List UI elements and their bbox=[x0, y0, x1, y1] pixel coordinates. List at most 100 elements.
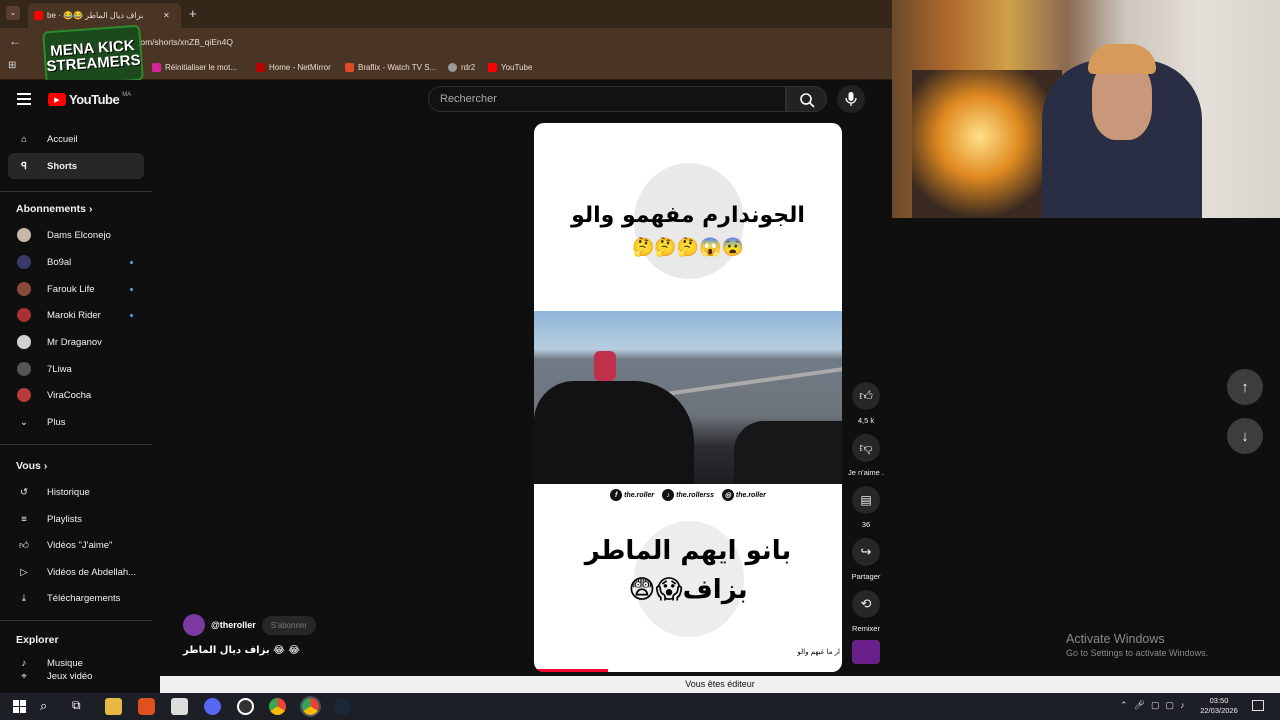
braflix-icon bbox=[345, 62, 354, 72]
activate-title: Activate Windows bbox=[1066, 632, 1165, 646]
clock-date: 22/03/2026 bbox=[1200, 706, 1238, 715]
avatar bbox=[17, 228, 31, 242]
discord-icon[interactable] bbox=[204, 698, 221, 715]
like-count: 4,5 k bbox=[857, 416, 875, 425]
subscription-label: Bo9al bbox=[47, 256, 72, 268]
subscriptions-heading[interactable]: Abonnements › bbox=[16, 203, 92, 215]
tiktok-icon: ♪ bbox=[662, 489, 675, 501]
obs-icon[interactable] bbox=[237, 698, 254, 715]
like-button[interactable]: 👍︎ bbox=[852, 382, 880, 410]
sidebar-item-more[interactable]: ⌄ Plus bbox=[8, 409, 144, 435]
sidebar-item-label: Shorts bbox=[47, 160, 78, 172]
bookmark-item[interactable]: Braflix - Watch TV S... bbox=[345, 58, 436, 76]
bookmark-label: Réinitialiser le mot... bbox=[165, 62, 238, 72]
channel-avatar[interactable] bbox=[183, 614, 205, 636]
sidebar-item-label: Accueil bbox=[47, 133, 78, 145]
sidebar-item-accueil[interactable]: ⌂ Accueil bbox=[8, 126, 144, 152]
download-icon: ⤓ bbox=[21, 592, 27, 604]
video-top-emoji: 🤔🤔🤔😱😨 bbox=[631, 237, 745, 257]
history-icon: ↺ bbox=[20, 486, 28, 498]
subscription-item[interactable]: 7Liwa bbox=[8, 356, 144, 382]
subscription-item[interactable]: Farouk Life bbox=[8, 276, 144, 302]
new-tab-button[interactable]: + bbox=[189, 6, 197, 21]
bookmark-item[interactable]: YouTube bbox=[488, 58, 532, 76]
notifications-icon[interactable] bbox=[1252, 700, 1264, 711]
instagram-icon: ◎ bbox=[721, 489, 734, 501]
next-video-button[interactable]: ↓ bbox=[1227, 418, 1263, 454]
avatar bbox=[17, 335, 31, 349]
arrow-down-icon: ↓ bbox=[1241, 427, 1249, 445]
thumbs-down-icon: 👎︎ bbox=[859, 440, 873, 455]
thumbs-up-icon: 👍︎ bbox=[19, 540, 29, 551]
windows-taskbar bbox=[0, 693, 1280, 720]
bookmark-item[interactable]: Réinitialiser le mot... bbox=[152, 58, 237, 76]
youtube-logo[interactable]: ▶ YouTube MA bbox=[48, 92, 131, 107]
remix-button[interactable]: ⟲ bbox=[852, 590, 880, 618]
search-icon bbox=[800, 93, 815, 108]
sidebar-item-playlists[interactable]: ≡ Playlists bbox=[8, 506, 144, 532]
share-label: Partager bbox=[851, 572, 881, 581]
social-handle: the.roller bbox=[735, 491, 766, 499]
poster-artwork bbox=[912, 70, 1062, 218]
sidebar-item-label: Vidéos "J'aime" bbox=[47, 539, 113, 551]
apps-grid-icon[interactable]: ⊞ bbox=[8, 60, 16, 71]
browser-tab[interactable]: be · 😂😂 بزاف ديال الماطر ✕ bbox=[28, 3, 181, 28]
avatar bbox=[17, 388, 31, 402]
store-icon[interactable] bbox=[171, 698, 188, 715]
globe-icon bbox=[448, 62, 457, 72]
chrome-icon[interactable] bbox=[269, 698, 286, 715]
subscription-item[interactable]: Bo9al bbox=[8, 249, 144, 275]
brave-browser-icon[interactable] bbox=[138, 698, 155, 715]
youtube-play-icon: ▶ bbox=[48, 93, 66, 106]
avatar bbox=[17, 282, 31, 296]
file-explorer-icon[interactable] bbox=[105, 698, 122, 715]
bookmark-label: rdr2 bbox=[461, 62, 476, 72]
sidebar-item-label: Musique bbox=[47, 657, 83, 669]
search-button[interactable] bbox=[786, 86, 827, 112]
comments-button[interactable]: ▤ bbox=[852, 486, 880, 514]
subscription-item[interactable]: Dams Elconejo bbox=[8, 222, 144, 248]
subscription-item[interactable]: Mr Draganov bbox=[8, 329, 144, 355]
you-heading[interactable]: Vous › bbox=[16, 460, 47, 472]
url-field[interactable]: :om/shorts/xnZB_qiEn4Q bbox=[138, 37, 233, 47]
clock[interactable]: 03:50 22/03/2026 bbox=[1197, 696, 1241, 716]
subscribe-button[interactable]: S'abonner bbox=[261, 615, 317, 635]
dislike-button[interactable]: 👎︎ bbox=[852, 434, 880, 462]
subscription-item[interactable]: ViraCocha bbox=[8, 382, 144, 408]
system-tray-icons[interactable]: ⌃🎤︎▢▢♪ bbox=[1120, 700, 1190, 711]
motorcycle-left bbox=[534, 381, 694, 484]
country-code: MA bbox=[122, 91, 132, 98]
close-tab-icon[interactable]: ✕ bbox=[163, 11, 170, 20]
bookmark-item[interactable]: Home - NetMirror bbox=[256, 58, 331, 76]
sidebar-item-liked[interactable]: 👍︎ Vidéos "J'aime" bbox=[8, 532, 144, 558]
search-input[interactable]: Rechercher bbox=[428, 86, 786, 112]
chrome-active-icon[interactable] bbox=[300, 696, 321, 717]
back-arrow-icon[interactable]: ← bbox=[9, 34, 21, 48]
windows-start-icon[interactable] bbox=[11, 698, 28, 715]
tab-search-button[interactable]: ⌄ bbox=[6, 6, 20, 20]
netmirror-icon bbox=[256, 62, 265, 72]
microphone-icon bbox=[845, 92, 857, 106]
activate-subtitle: Go to Settings to activate Windows. bbox=[1066, 648, 1209, 658]
share-button[interactable]: ↪ bbox=[852, 538, 880, 566]
sidebar-item-downloads[interactable]: ⤓ Téléchargements bbox=[8, 585, 144, 611]
short-video-player[interactable]: الجوندارم مفهمو والو 🤔🤔🤔😱😨 f the.roller ♪… bbox=[534, 123, 842, 672]
menu-hamburger-icon[interactable] bbox=[17, 93, 31, 105]
arrow-up-icon: ↑ bbox=[1241, 378, 1249, 396]
sidebar-item-shorts[interactable]: ꟼ Shorts bbox=[8, 153, 144, 179]
bookmark-item[interactable]: rdr2 bbox=[448, 58, 475, 76]
search-icon[interactable]: ⌕ bbox=[40, 698, 57, 715]
browser-tab-bar: ⌄ be · 😂😂 بزاف ديال الماطر ✕ + bbox=[0, 0, 892, 28]
channel-handle[interactable]: @theroller bbox=[211, 620, 256, 630]
sidebar-item-history[interactable]: ↺ Historique bbox=[8, 479, 144, 505]
avatar bbox=[17, 255, 31, 269]
steam-icon[interactable] bbox=[334, 698, 351, 715]
voice-search-button[interactable] bbox=[837, 85, 865, 113]
sidebar-item-your-videos[interactable]: ▷ Vidéos de Abdellah... bbox=[8, 559, 144, 585]
video-progress-bar[interactable] bbox=[534, 669, 608, 672]
clock-time: 03:50 bbox=[1209, 696, 1229, 705]
task-view-icon[interactable]: ⧉ bbox=[72, 698, 89, 715]
previous-video-button[interactable]: ↑ bbox=[1227, 369, 1263, 405]
subscription-item[interactable]: Maroki Rider bbox=[8, 302, 144, 328]
sound-thumbnail[interactable] bbox=[852, 640, 880, 664]
